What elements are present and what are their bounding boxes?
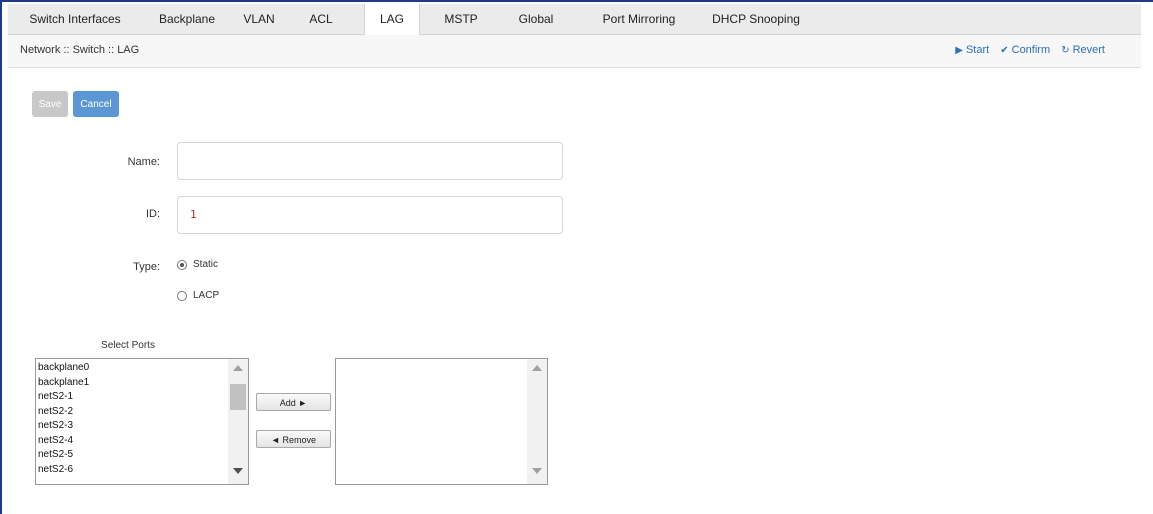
list-item[interactable]: netS2-6 bbox=[38, 463, 89, 478]
type-lacp-option[interactable]: LACP bbox=[177, 290, 219, 301]
tab-vlan[interactable]: VLAN bbox=[234, 4, 284, 34]
scroll-down-icon[interactable] bbox=[233, 468, 243, 474]
breadcrumb-bar: Network :: Switch :: LAG ▶ Start ✔ Confirm… bbox=[8, 35, 1141, 68]
available-ports-items: backplane0 backplane1 netS2-1 netS2-2 ne… bbox=[38, 361, 89, 477]
add-port-button[interactable]: Add ► bbox=[256, 393, 331, 411]
lacp-radio[interactable] bbox=[177, 290, 187, 301]
available-ports-list[interactable]: backplane0 backplane1 netS2-1 netS2-2 ne… bbox=[35, 358, 249, 485]
name-label: Name: bbox=[127, 156, 160, 168]
revert-link[interactable]: ↻ Revert bbox=[1061, 44, 1105, 56]
revert-label: Revert bbox=[1072, 44, 1105, 56]
tab-mstp[interactable]: MSTP bbox=[434, 4, 488, 34]
static-radio[interactable] bbox=[177, 259, 187, 270]
check-icon: ✔ bbox=[1000, 45, 1009, 56]
type-static-option[interactable]: Static bbox=[177, 259, 218, 270]
tab-lag[interactable]: LAG bbox=[364, 4, 420, 35]
selected-ports-scrollbar[interactable] bbox=[527, 359, 547, 484]
undo-icon: ↻ bbox=[1061, 45, 1070, 56]
list-item[interactable]: netS2-5 bbox=[38, 448, 89, 463]
name-field[interactable] bbox=[177, 142, 563, 180]
id-label: ID: bbox=[145, 208, 160, 220]
id-field[interactable]: 1 bbox=[177, 196, 563, 234]
confirm-link[interactable]: ✔ Confirm bbox=[1000, 44, 1050, 56]
list-item[interactable]: netS2-3 bbox=[38, 419, 89, 434]
scroll-down-icon[interactable] bbox=[532, 468, 542, 474]
confirm-label: Confirm bbox=[1011, 44, 1051, 56]
window-top-border bbox=[0, 0, 1153, 2]
tab-acl[interactable]: ACL bbox=[300, 4, 342, 34]
cancel-button[interactable]: Cancel bbox=[73, 91, 119, 117]
scroll-thumb[interactable] bbox=[230, 384, 246, 410]
static-label: Static bbox=[193, 259, 219, 270]
tab-global[interactable]: Global bbox=[504, 4, 568, 34]
scroll-up-icon[interactable] bbox=[532, 365, 542, 371]
available-ports-scrollbar[interactable] bbox=[228, 359, 248, 484]
selected-ports-list[interactable] bbox=[335, 358, 548, 485]
select-ports-heading: Select Ports bbox=[101, 340, 155, 351]
scroll-up-icon[interactable] bbox=[233, 365, 243, 371]
save-button[interactable]: Save bbox=[32, 91, 68, 117]
action-links: ▶ Start ✔ Confirm ↻ Revert bbox=[947, 44, 1105, 56]
list-item[interactable]: netS2-1 bbox=[38, 390, 89, 405]
tab-port-mirroring[interactable]: Port Mirroring bbox=[584, 4, 694, 34]
remove-port-button[interactable]: ◄ Remove bbox=[256, 430, 331, 448]
tab-bar: Switch Interfaces Backplane VLAN ACL LAG… bbox=[8, 4, 1141, 35]
tab-dhcp-snooping[interactable]: DHCP Snooping bbox=[702, 4, 810, 34]
tab-backplane[interactable]: Backplane bbox=[148, 4, 226, 34]
start-label: Start bbox=[965, 44, 990, 56]
lacp-label: LACP bbox=[193, 290, 220, 301]
type-label: Type: bbox=[133, 261, 160, 273]
list-item[interactable]: netS2-4 bbox=[38, 434, 89, 449]
list-item[interactable]: backplane0 bbox=[38, 361, 89, 376]
list-item[interactable]: backplane1 bbox=[38, 376, 89, 391]
window-left-border bbox=[0, 0, 2, 514]
list-item[interactable]: netS2-2 bbox=[38, 405, 89, 420]
start-link[interactable]: ▶ Start bbox=[955, 44, 989, 56]
tab-switch-interfaces[interactable]: Switch Interfaces bbox=[16, 4, 134, 34]
breadcrumb: Network :: Switch :: LAG bbox=[20, 44, 140, 56]
play-icon: ▶ bbox=[955, 45, 963, 56]
